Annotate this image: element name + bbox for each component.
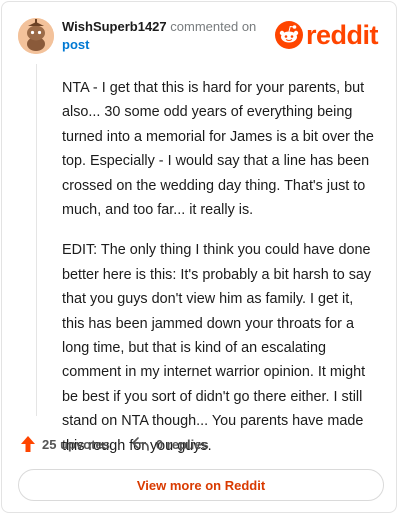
reddit-logo[interactable]: reddit — [274, 20, 379, 50]
upvote-button[interactable]: 25 upvotes — [20, 435, 110, 453]
post-link[interactable]: post — [62, 37, 89, 53]
upvote-count: 25 upvotes — [42, 436, 110, 452]
author-line: WishSuperb1427 commented on — [62, 19, 256, 35]
comment-actions: 25 upvotes 0 replies — [20, 432, 209, 456]
thread-line — [36, 64, 37, 416]
reddit-wordmark: reddit — [305, 20, 379, 50]
reply-count: 0 replies — [155, 436, 209, 452]
snoo-avatar-icon — [18, 18, 54, 54]
commented-on-text: commented on — [170, 19, 257, 34]
reply-icon — [132, 437, 149, 451]
reddit-snoo-icon — [274, 21, 303, 49]
comment-body: NTA - I get that this is hard for your p… — [62, 76, 378, 474]
replies-button[interactable]: 0 replies — [132, 437, 209, 452]
embed-card: WishSuperb1427 commented on post reddit … — [1, 1, 397, 513]
view-more-button[interactable]: View more on Reddit — [18, 469, 384, 501]
comment-header: WishSuperb1427 commented on post reddit — [18, 16, 380, 56]
upvote-arrow-icon — [21, 436, 35, 452]
comment-paragraph: NTA - I get that this is hard for your p… — [62, 80, 374, 219]
author-name[interactable]: WishSuperb1427 — [62, 19, 167, 34]
comment-paragraph: EDIT: The only thing I think you could h… — [62, 242, 372, 454]
user-avatar[interactable] — [18, 18, 54, 54]
